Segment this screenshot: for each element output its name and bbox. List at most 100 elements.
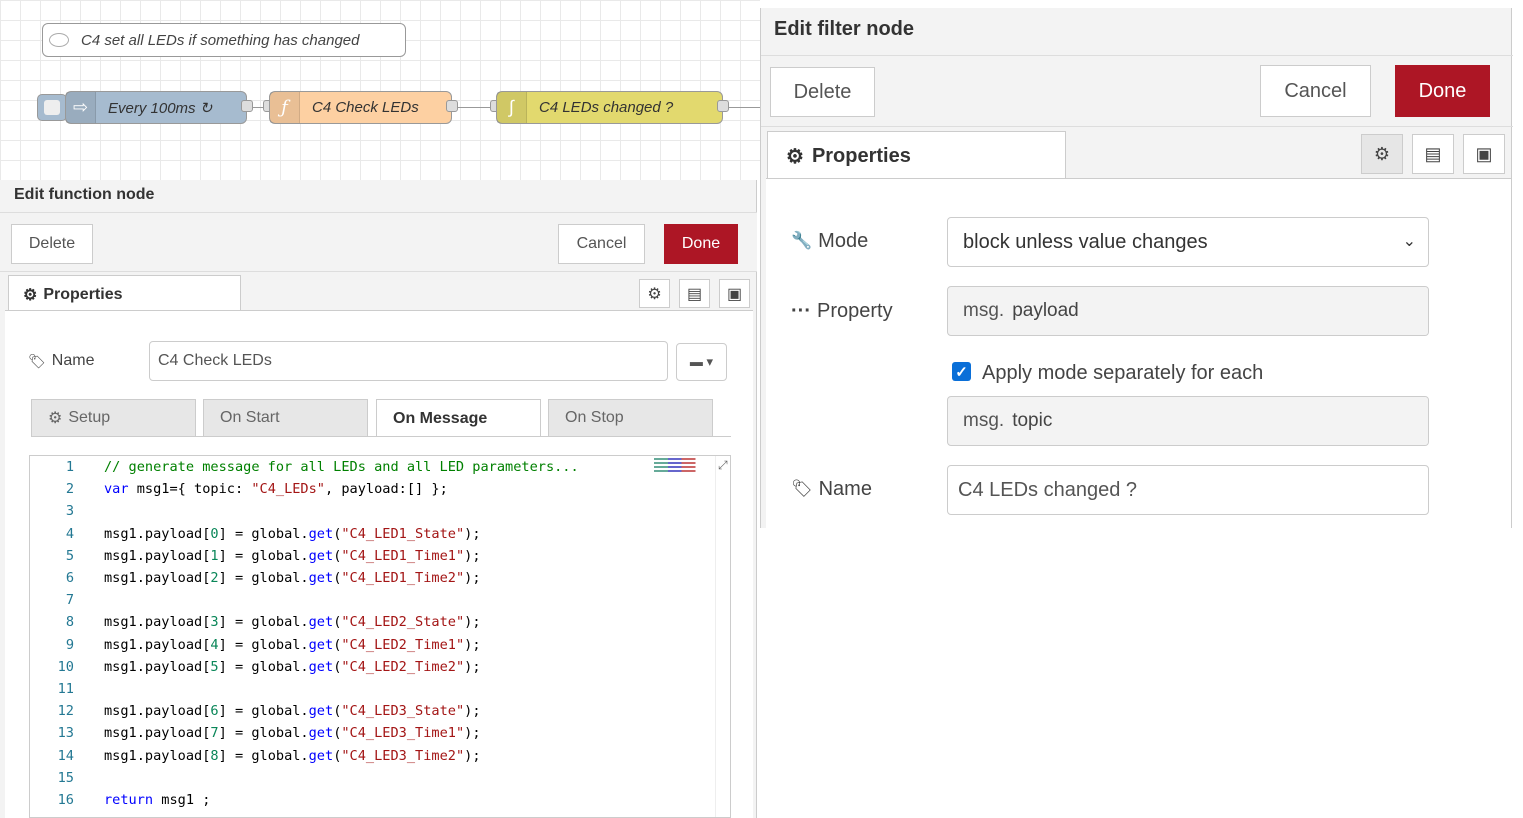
- tab-on-message[interactable]: On Message: [376, 399, 541, 437]
- line-number: 16: [57, 792, 74, 808]
- line-number: 8: [65, 614, 74, 631]
- line-number: 11: [57, 681, 74, 697]
- code-line[interactable]: msg1.payload[7] = global.get("C4_LED3_Ti…: [104, 725, 481, 741]
- settings-tab-button[interactable]: ⚙: [1361, 134, 1403, 174]
- output-port[interactable]: [241, 100, 253, 112]
- filter-editor-tray: Edit filter node Delete Cancel Done ⚙ Pr…: [760, 8, 1513, 528]
- output-port[interactable]: [717, 100, 729, 112]
- inject-node[interactable]: ⇨ Every 100ms ↻: [65, 91, 247, 124]
- frame-icon: ▣: [1475, 143, 1493, 164]
- output-port[interactable]: [446, 100, 458, 112]
- tab-on-message-label: On Message: [393, 409, 488, 427]
- comment-icon: [49, 33, 69, 47]
- mode-select[interactable]: block unless value changes ⌄: [947, 217, 1429, 267]
- inject-trigger-button[interactable]: [37, 94, 67, 121]
- tab-setup[interactable]: ⚙ Setup: [31, 399, 196, 436]
- name-row-label: 🏷 Name: [791, 476, 872, 502]
- tray-toolbar: Delete Cancel Done: [761, 55, 1513, 127]
- topic-value[interactable]: topic: [1012, 397, 1428, 445]
- editor-scrollbar[interactable]: [715, 456, 730, 817]
- code-line[interactable]: var msg1={ topic: "C4_LEDs", payload:[] …: [104, 481, 448, 497]
- tab-on-stop-label: On Stop: [565, 409, 624, 426]
- mode-label: Mode: [818, 229, 869, 252]
- gear-icon: ⚙: [48, 410, 63, 427]
- settings-tab-button[interactable]: ⚙: [639, 279, 670, 308]
- property-row-label: ··· Property: [791, 298, 893, 324]
- tray-title: Edit function node: [14, 186, 155, 203]
- description-tab-button[interactable]: ▤: [1412, 134, 1454, 174]
- done-button[interactable]: Done: [664, 224, 738, 264]
- msg-prefix[interactable]: msg.: [948, 300, 1012, 322]
- ellipsis-icon: ···: [791, 299, 811, 322]
- mode-row-label: 🔧 Mode: [791, 228, 868, 254]
- tab-properties[interactable]: ⚙ Properties: [8, 275, 241, 313]
- tab-divider: [31, 436, 731, 437]
- code-line[interactable]: msg1.payload[1] = global.get("C4_LED1_Ti…: [104, 548, 481, 564]
- line-number: 4: [65, 525, 74, 542]
- line-number-gutter: 1 2 3 4 5 6 7 8 9 10 11 12 13 14 15 16: [30, 456, 86, 817]
- property-typed-input[interactable]: msg. payload: [947, 286, 1429, 336]
- done-button[interactable]: Done: [1395, 65, 1490, 117]
- line-number: 14: [57, 747, 74, 764]
- frame-icon: ▣: [726, 285, 743, 303]
- code-line[interactable]: // generate message for all LEDs and all…: [104, 459, 579, 475]
- mode-select-value: block unless value changes: [963, 230, 1208, 253]
- tab-label: Properties: [811, 144, 911, 167]
- name-input[interactable]: C4 Check LEDs: [149, 341, 668, 381]
- name-input[interactable]: C4 LEDs changed ?: [947, 465, 1429, 515]
- function-node[interactable]: ƒ C4 Check LEDs: [269, 91, 452, 124]
- topic-typed-input[interactable]: msg. topic: [947, 396, 1429, 446]
- tab-properties[interactable]: ⚙ Properties: [767, 131, 1066, 180]
- name-label: Name: [818, 477, 872, 500]
- code-line[interactable]: msg1.payload[3] = global.get("C4_LED2_St…: [104, 614, 481, 630]
- line-number: 13: [57, 725, 74, 742]
- appearance-tab-button[interactable]: ▣: [1463, 134, 1505, 174]
- code-line[interactable]: msg1.payload[4] = global.get("C4_LED2_Ti…: [104, 637, 481, 653]
- code-line[interactable]: msg1.payload[8] = global.get("C4_LED3_Ti…: [104, 748, 481, 764]
- code-minimap[interactable]: [654, 456, 714, 496]
- tab-label: Properties: [43, 285, 123, 303]
- line-number: 7: [65, 592, 74, 609]
- line-number: 15: [57, 769, 74, 786]
- library-button[interactable]: ▬ ▾: [676, 343, 727, 381]
- msg-prefix[interactable]: msg.: [948, 410, 1012, 432]
- function-node-label: C4 Check LEDs: [312, 99, 419, 116]
- comment-node[interactable]: C4 set all LEDs if something has changed: [42, 23, 406, 57]
- wrench-icon: 🔧: [791, 231, 813, 250]
- delete-button[interactable]: Delete: [770, 67, 875, 117]
- function-icon: ƒ: [270, 92, 300, 123]
- line-number: 1: [65, 459, 74, 475]
- code-line[interactable]: msg1.payload[5] = global.get("C4_LED2_Ti…: [104, 659, 481, 675]
- filter-icon: ∫: [497, 92, 527, 123]
- cancel-button[interactable]: Cancel: [558, 224, 645, 264]
- line-number: 6: [65, 570, 74, 586]
- code-line[interactable]: msg1.payload[6] = global.get("C4_LED3_St…: [104, 703, 481, 719]
- tab-on-start[interactable]: On Start: [203, 399, 368, 436]
- tag-icon: 🏷: [28, 352, 46, 369]
- tray-title: Edit filter node: [774, 18, 914, 40]
- separate-label: Apply mode separately for each: [982, 361, 1264, 384]
- tab-on-stop[interactable]: On Stop: [548, 399, 713, 436]
- description-tab-button[interactable]: ▤: [679, 279, 710, 308]
- gear-icon: ⚙: [23, 286, 38, 304]
- appearance-tab-button[interactable]: ▣: [719, 279, 750, 308]
- property-value[interactable]: payload: [1012, 287, 1428, 335]
- code-line[interactable]: msg1.payload[2] = global.get("C4_LED1_Ti…: [104, 570, 481, 586]
- tag-icon: 🏷: [791, 479, 813, 498]
- name-row-label: 🏷 Name: [28, 350, 94, 372]
- chevron-down-icon: ⌄: [1402, 233, 1416, 250]
- gear-icon: ⚙: [1373, 143, 1391, 164]
- cancel-button[interactable]: Cancel: [1260, 65, 1371, 117]
- code-editor[interactable]: 1 2 3 4 5 6 7 8 9 10 11 12 13 14 15 16 // generate mess…: [29, 455, 731, 818]
- screenshot-root: C4 set all LEDs if something has changed…: [0, 0, 1523, 818]
- code-line[interactable]: return msg1 ;: [104, 792, 210, 808]
- line-number: 12: [57, 703, 74, 720]
- document-icon: ▤: [686, 285, 703, 303]
- filter-node[interactable]: ∫ C4 LEDs changed ?: [496, 91, 723, 124]
- tab-setup-label: Setup: [68, 409, 111, 426]
- flow-canvas[interactable]: C4 set all LEDs if something has changed…: [0, 0, 760, 180]
- filter-node-label: C4 LEDs changed ?: [539, 99, 674, 116]
- delete-button[interactable]: Delete: [11, 224, 93, 264]
- code-line[interactable]: msg1.payload[0] = global.get("C4_LED1_St…: [104, 526, 481, 542]
- separate-checkbox[interactable]: ✓: [952, 362, 971, 381]
